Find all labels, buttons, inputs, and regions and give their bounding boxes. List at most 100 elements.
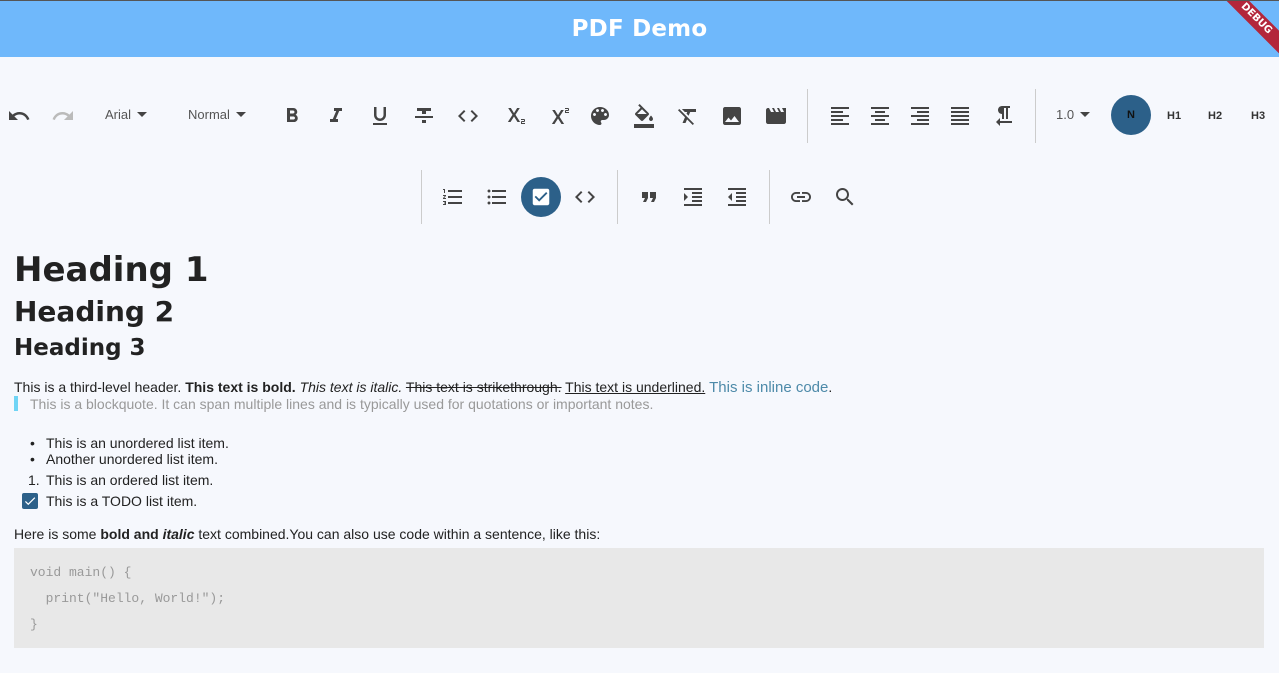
line-height-value: 1.0 — [1056, 107, 1075, 122]
line-height-dropdown[interactable]: 1.0 — [1056, 107, 1091, 122]
check-box-icon — [532, 188, 550, 206]
checklist-button[interactable] — [521, 177, 561, 217]
bold-button[interactable] — [280, 104, 304, 128]
todo-checkbox[interactable] — [22, 493, 38, 509]
inline-code-button[interactable] — [456, 104, 480, 128]
heading-3[interactable]: Heading 3 — [14, 335, 146, 361]
plain-text: Here is some — [14, 526, 101, 542]
chevron-down-icon — [137, 112, 148, 117]
insert-image-button[interactable] — [720, 104, 744, 128]
format-clear-icon — [678, 109, 696, 125]
ordered-list-button[interactable] — [441, 185, 465, 209]
text-direction-button[interactable] — [992, 104, 1016, 128]
bold-text: bold and — [100, 526, 163, 542]
align-justify-button[interactable] — [948, 104, 972, 128]
bold-icon — [287, 108, 298, 122]
subscript-button[interactable] — [502, 104, 526, 128]
check-icon — [24, 497, 36, 506]
list-item-text: This is an unordered list item. — [46, 435, 229, 451]
toolbar-divider — [421, 170, 422, 224]
align-center-button[interactable] — [868, 104, 892, 128]
heading-2[interactable]: Heading 2 — [14, 295, 174, 328]
text-direction-rtl-icon — [996, 106, 1012, 126]
chevron-down-icon — [1080, 112, 1091, 117]
italic-button[interactable] — [324, 104, 348, 128]
code-icon — [458, 110, 478, 122]
list-item[interactable]: • This is an unordered list item. — [30, 435, 229, 451]
header-h1-button[interactable]: H1 — [1167, 110, 1181, 122]
code-icon — [575, 191, 595, 203]
underline-button[interactable] — [368, 104, 392, 128]
bold-text: This text is bold. — [185, 379, 296, 395]
formatted-paragraph[interactable]: This is a third-level header. This text … — [14, 379, 832, 396]
blockquote[interactable]: This is a blockquote. It can span multip… — [14, 395, 654, 412]
ordered-list-item[interactable]: 1. This is an ordered list item. — [28, 472, 213, 488]
text-style-dropdown[interactable]: Normal — [188, 107, 246, 122]
font-family-dropdown[interactable]: Arial — [105, 107, 148, 122]
align-right-icon — [911, 107, 929, 125]
subscript-icon — [507, 108, 525, 124]
indent-decrease-icon — [728, 188, 746, 206]
header-h2-button[interactable]: H2 — [1208, 110, 1222, 122]
chevron-down-icon — [235, 112, 246, 117]
bullet-marker: • — [30, 451, 35, 467]
text-style-value: Normal — [188, 107, 230, 122]
strikethrough-text: This text is strikethrough. — [405, 379, 562, 395]
todo-list-item[interactable]: This is a TODO list item. — [46, 493, 197, 509]
italic-icon — [330, 108, 342, 122]
redo-button[interactable] — [51, 104, 75, 128]
plain-text: This is a third-level header. — [14, 379, 186, 395]
redo-icon — [52, 111, 73, 120]
search-icon — [836, 188, 854, 206]
blockquote-text: This is a blockquote. It can span multip… — [30, 395, 654, 412]
background-color-button[interactable] — [632, 104, 656, 128]
header-normal-active-indicator: N — [1111, 95, 1151, 135]
align-justify-icon — [951, 107, 969, 125]
header-normal-button[interactable]: N — [1111, 95, 1151, 135]
plain-text: text combined.You can also use code with… — [194, 526, 601, 542]
todo-text: This is a TODO list item. — [46, 493, 198, 509]
debug-banner: DEBUG — [1214, 1, 1279, 57]
text-color-button[interactable] — [588, 104, 612, 128]
code-line: } — [30, 617, 38, 632]
bulleted-list-icon — [487, 189, 506, 205]
format-color-fill-icon — [634, 104, 654, 128]
toolbar-divider — [769, 170, 770, 224]
list-item[interactable]: • Another unordered list item. — [30, 451, 218, 467]
bullet-marker: • — [30, 435, 35, 451]
code-line: print("Hello, World!"); — [30, 591, 226, 606]
align-left-button[interactable] — [828, 104, 852, 128]
code-block[interactable]: void main() { print("Hello, World!"); } — [14, 548, 1264, 648]
strikethrough-icon — [415, 108, 433, 123]
indent-decrease-button[interactable] — [725, 185, 749, 209]
header-h3-button[interactable]: H3 — [1251, 110, 1265, 122]
superscript-button[interactable] — [546, 104, 570, 128]
search-button[interactable] — [833, 185, 857, 209]
insert-link-button[interactable] — [789, 185, 813, 209]
indent-increase-icon — [684, 188, 702, 206]
bullet-list-button[interactable] — [485, 185, 509, 209]
heading-1[interactable]: Heading 1 — [14, 250, 209, 290]
movie-icon — [766, 108, 786, 124]
toolbar-divider — [807, 89, 808, 143]
bold-italic-text: italic — [162, 526, 195, 542]
blockquote-bar — [14, 396, 18, 411]
clear-format-button[interactable] — [676, 104, 700, 128]
toolbar-divider — [1035, 89, 1036, 143]
insert-video-button[interactable] — [764, 104, 788, 128]
quote-button[interactable] — [637, 185, 661, 209]
undo-button[interactable] — [7, 104, 31, 128]
code-line: void main() { — [30, 565, 132, 580]
code-block-button[interactable] — [573, 185, 597, 209]
strikethrough-button[interactable] — [412, 104, 436, 128]
align-left-icon — [831, 107, 849, 125]
list-item-text: This is an ordered list item. — [46, 472, 214, 488]
indent-increase-button[interactable] — [681, 185, 705, 209]
undo-icon — [9, 111, 30, 120]
combined-paragraph[interactable]: Here is some bold and italic text combin… — [14, 526, 600, 542]
ordered-number: 1. — [28, 472, 40, 488]
inline-code-text: This is inline code — [709, 379, 829, 396]
align-right-button[interactable] — [908, 104, 932, 128]
header-normal-label: N — [1127, 109, 1135, 121]
image-icon — [723, 107, 741, 125]
